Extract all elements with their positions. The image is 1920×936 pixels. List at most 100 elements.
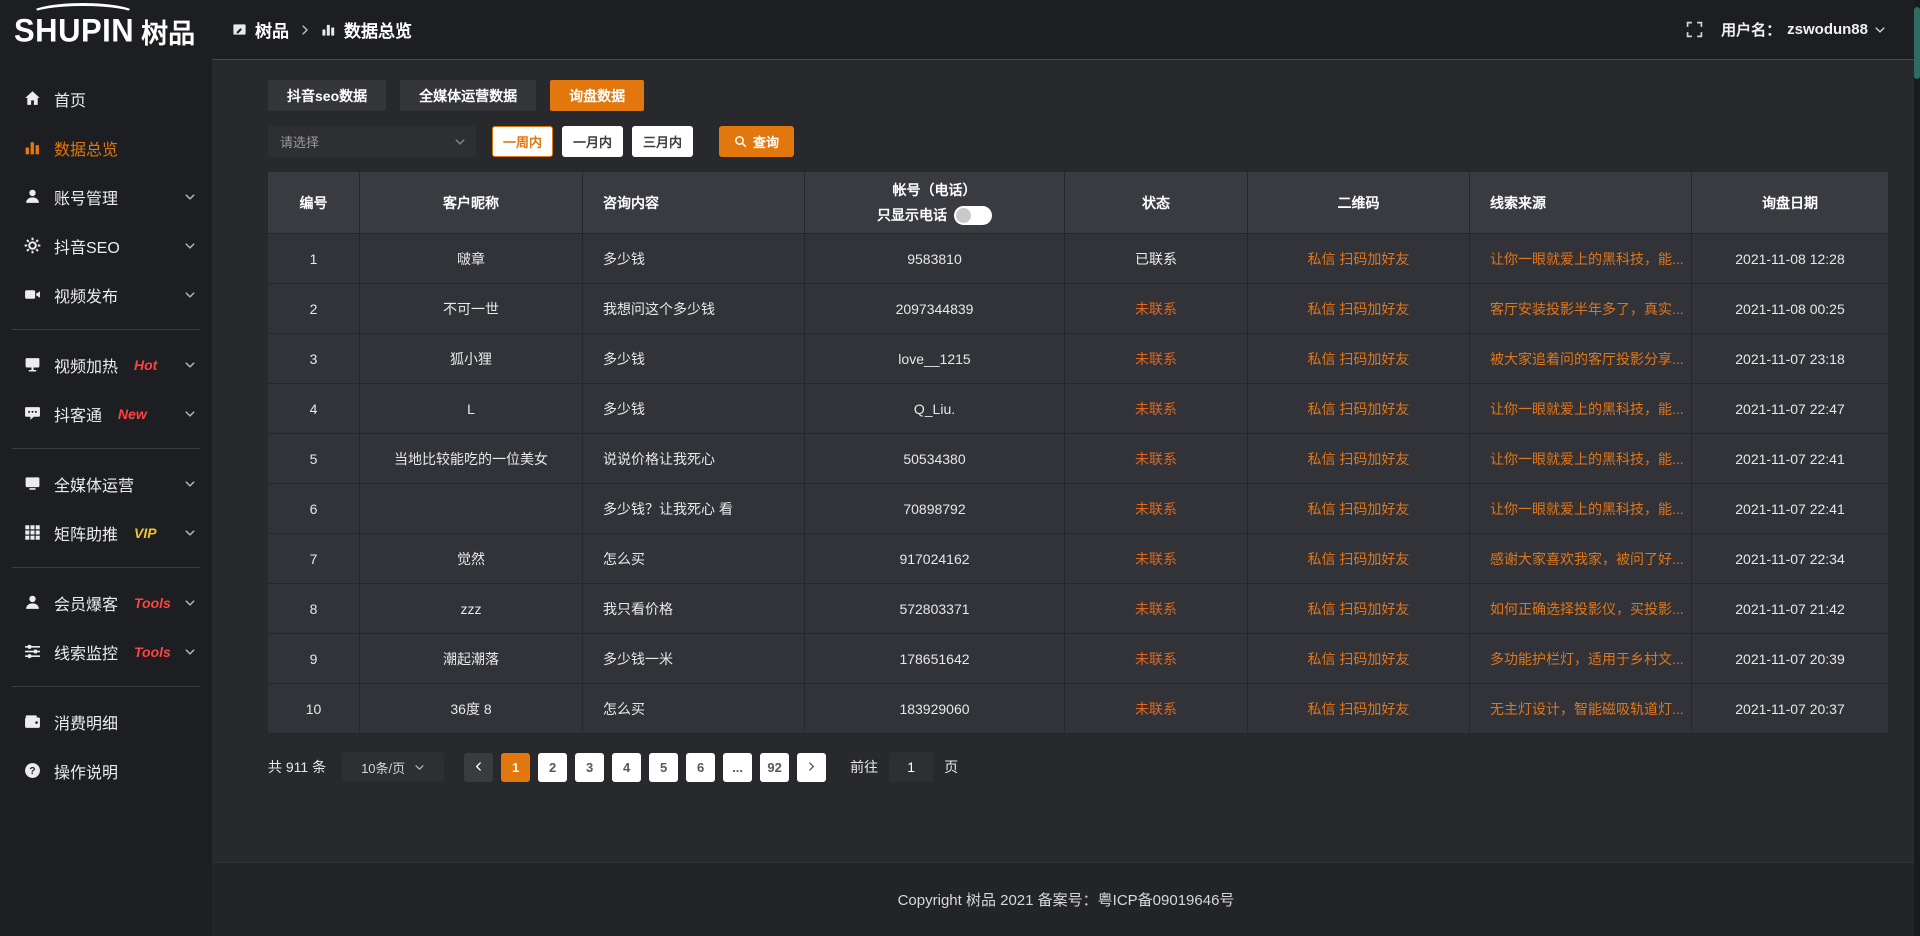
sidebar-item[interactable]: 首页 [0, 74, 212, 123]
sidebar-item[interactable]: 视频发布 [0, 270, 212, 319]
breadcrumb-root[interactable]: 树品 [255, 17, 289, 42]
sidebar-item[interactable]: ? 操作说明 [0, 746, 212, 795]
chevron-down-icon [184, 646, 196, 658]
cell-status: 未联系 [1065, 534, 1248, 584]
user-menu[interactable]: 用户名： zswodun88 [1721, 19, 1886, 40]
cell-source-link[interactable]: 如何正确选择投影仪，买投影... [1470, 584, 1692, 634]
next-page-button[interactable] [797, 753, 826, 782]
sidebar-item-badge: VIP [134, 525, 157, 541]
page-button[interactable]: 92 [760, 753, 789, 782]
cell-qr-actions[interactable]: 私信 扫码加好友 [1248, 634, 1470, 684]
cell-source-link[interactable]: 让你一眼就爱上的黑科技，能... [1470, 384, 1692, 434]
cell-qr-actions[interactable]: 私信 扫码加好友 [1248, 584, 1470, 634]
search-button-label: 查询 [753, 132, 779, 151]
cell-account: 70898792 [805, 484, 1065, 534]
fullscreen-icon[interactable] [1686, 21, 1703, 38]
sidebar-item[interactable]: 抖音SEO [0, 221, 212, 270]
brand-logo[interactable]: SHUPIN 树品 [0, 0, 212, 62]
cell-qr-actions[interactable]: 私信 扫码加好友 [1248, 684, 1470, 734]
cell-qr-actions[interactable]: 私信 扫码加好友 [1248, 534, 1470, 584]
cell-account: 2097344839 [805, 284, 1065, 334]
cell-qr-actions[interactable]: 私信 扫码加好友 [1248, 334, 1470, 384]
filter-bar: 请选择 一周内 一月内 三月内 查询 [268, 126, 1888, 157]
cell-source-link[interactable]: 让你一眼就爱上的黑科技，能... [1470, 434, 1692, 484]
prev-page-button[interactable] [464, 753, 493, 782]
panel-icon [232, 22, 247, 37]
cell-source-link[interactable]: 无主灯设计，智能磁吸轨道灯... [1470, 684, 1692, 734]
sidebar-item-label: 数据总览 [54, 136, 118, 160]
sidebar-item[interactable]: 视频加热 Hot [0, 340, 212, 389]
chevron-right-icon [299, 24, 311, 36]
data-tab[interactable]: 询盘数据 [550, 80, 644, 111]
cell-id: 5 [268, 434, 360, 484]
cell-date: 2021-11-07 23:18 [1692, 334, 1888, 384]
page-button[interactable]: 3 [575, 753, 604, 782]
data-tab[interactable]: 抖音seo数据 [268, 80, 386, 111]
cell-source-link[interactable]: 多功能护栏灯，适用于乡村文... [1470, 634, 1692, 684]
breadcrumb: 树品 数据总览 [232, 17, 412, 42]
bar-chart-icon [321, 22, 336, 37]
screen-icon [24, 356, 41, 373]
page-button[interactable]: 5 [649, 753, 678, 782]
cell-account: Q_Liu. [805, 384, 1065, 434]
video-icon [24, 286, 41, 303]
app-window: SHUPIN 树品 首页 数据总览 [0, 0, 1920, 936]
sidebar-divider [12, 448, 200, 449]
cell-source-link[interactable]: 让你一眼就爱上的黑科技，能... [1470, 234, 1692, 284]
period-button[interactable]: 一周内 [492, 126, 553, 157]
scrollbar-thumb[interactable] [1914, 7, 1920, 79]
sidebar-item-label: 消费明细 [54, 710, 118, 734]
page-button[interactable]: ... [723, 753, 752, 782]
chevron-down-icon [184, 359, 196, 371]
page-footer: Copyright 树品 2021 备案号：粤ICP备09019646号 [212, 862, 1920, 936]
sidebar-item[interactable]: 抖客通 New [0, 389, 212, 438]
phone-only-toggle[interactable] [954, 206, 992, 225]
header-date: 询盘日期 [1692, 172, 1888, 234]
cell-qr-actions[interactable]: 私信 扫码加好友 [1248, 434, 1470, 484]
period-button[interactable]: 一月内 [562, 126, 623, 157]
search-button[interactable]: 查询 [719, 126, 794, 157]
sidebar-item[interactable]: 线索监控 Tools [0, 627, 212, 676]
cell-qr-actions[interactable]: 私信 扫码加好友 [1248, 384, 1470, 434]
cell-source-link[interactable]: 客厅安装投影半年多了，真实... [1470, 284, 1692, 334]
goto-page: 前往 页 [850, 752, 958, 782]
goto-page-input[interactable] [889, 752, 933, 782]
cell-status: 未联系 [1065, 334, 1248, 384]
filter-select[interactable]: 请选择 [268, 126, 476, 157]
sidebar-item[interactable]: 矩阵助推 VIP [0, 508, 212, 557]
sidebar-item[interactable]: 数据总览 [0, 123, 212, 172]
page-size-value: 10条/页 [361, 758, 405, 777]
chevron-down-icon [1874, 24, 1886, 36]
cell-source-link[interactable]: 让你一眼就爱上的黑科技，能... [1470, 484, 1692, 534]
page-scrollbar[interactable] [1914, 0, 1920, 936]
table-row: 7 觉然 怎么买 917024162 未联系 私信 扫码加好友 感谢大家喜欢我家… [268, 534, 1888, 584]
page-button[interactable]: 6 [686, 753, 715, 782]
breadcrumb-current: 数据总览 [344, 17, 412, 42]
cell-content: 多少钱 [583, 334, 805, 384]
cell-account: 178651642 [805, 634, 1065, 684]
chat-icon [24, 405, 41, 422]
sidebar-item[interactable]: 会员爆客 Tools [0, 578, 212, 627]
cell-status: 未联系 [1065, 484, 1248, 534]
cell-source-link[interactable]: 感谢大家喜欢我家，被问了好... [1470, 534, 1692, 584]
data-tab[interactable]: 全媒体运营数据 [400, 80, 536, 111]
page-button[interactable]: 4 [612, 753, 641, 782]
cell-qr-actions[interactable]: 私信 扫码加好友 [1248, 484, 1470, 534]
sidebar-item[interactable]: 消费明细 [0, 697, 212, 746]
cell-qr-actions[interactable]: 私信 扫码加好友 [1248, 284, 1470, 334]
sidebar-item-label: 抖音SEO [54, 234, 120, 258]
cell-qr-actions[interactable]: 私信 扫码加好友 [1248, 234, 1470, 284]
cell-content: 我想问这个多少钱 [583, 284, 805, 334]
wallet-icon [24, 713, 41, 730]
period-button[interactable]: 三月内 [632, 126, 693, 157]
sidebar-item[interactable]: 全媒体运营 [0, 459, 212, 508]
cell-id: 8 [268, 584, 360, 634]
sidebar-item[interactable]: 账号管理 [0, 172, 212, 221]
page-button[interactable]: 2 [538, 753, 567, 782]
sidebar-item-label: 线索监控 [54, 640, 118, 664]
page-size-select[interactable]: 10条/页 [342, 752, 444, 782]
cell-date: 2021-11-08 12:28 [1692, 234, 1888, 284]
cell-source-link[interactable]: 被大家追着问的客厅投影分享... [1470, 334, 1692, 384]
page-button[interactable]: 1 [501, 753, 530, 782]
home-icon [24, 90, 41, 107]
